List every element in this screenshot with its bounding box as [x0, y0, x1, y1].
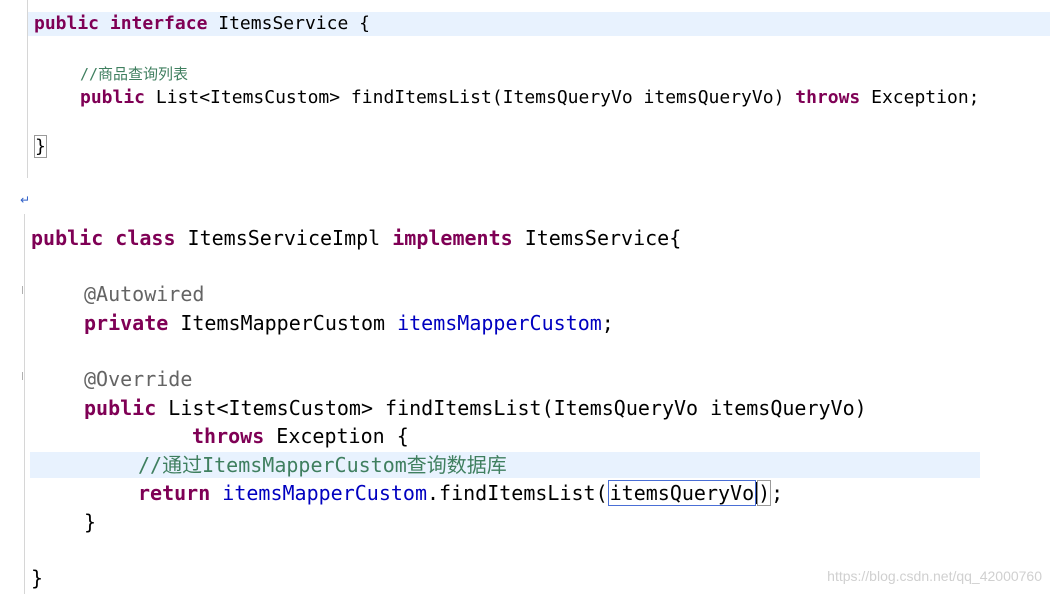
keyword: public [80, 87, 146, 108]
code-line-annotation-override[interactable]: @Override [84, 367, 192, 391]
code-text: Exception; [860, 87, 980, 108]
code-line-annotation-autowired[interactable]: @Autowired [84, 282, 204, 306]
code-line-close-class[interactable]: } [31, 566, 43, 590]
code-line-field-decl[interactable]: private ItemsMapperCustom itemsMapperCus… [84, 311, 614, 335]
code-text: ItemsService{ [512, 226, 682, 250]
code-text: ; [601, 311, 614, 335]
code-line-method-signature[interactable]: public List<ItemsCustom> findItemsList(I… [80, 86, 980, 110]
gutter-border [24, 214, 25, 594]
field-name: itemsMapperCustom [210, 481, 427, 505]
code-line-class-decl[interactable]: public class ItemsServiceImpl implements… [31, 226, 681, 250]
matching-bracket: } [34, 135, 47, 158]
watermark: https://blog.csdn.net/qq_42000760 [827, 568, 1042, 584]
keyword: public [34, 13, 100, 34]
comment-text: //商品查询列表 [80, 65, 189, 83]
annotation-text: @Autowired [84, 282, 205, 306]
comment-text: //通过ItemsMapperCustom查询数据库 [138, 453, 507, 477]
code-line-close-brace[interactable]: } [34, 135, 47, 159]
code-line-method-signature[interactable]: public List<ItemsCustom> findItemsList(I… [84, 396, 867, 420]
keyword: interface [109, 13, 208, 34]
keyword: throws [192, 424, 265, 448]
keyword: class [115, 226, 176, 250]
keyword: throws [795, 87, 861, 108]
code-text: ; [771, 481, 784, 505]
code-text: .findItemsList( [427, 481, 608, 505]
code-line-close-method[interactable]: } [84, 510, 96, 534]
keyword: return [138, 481, 211, 505]
keyword: private [84, 311, 169, 335]
code-line-comment[interactable]: //通过ItemsMapperCustom查询数据库 [138, 453, 507, 477]
code-line-throws[interactable]: throws Exception { [192, 424, 409, 448]
code-line-interface-decl[interactable]: public interface ItemsService { [34, 12, 370, 36]
fold-marker[interactable] [22, 286, 26, 294]
field-name: itemsMapperCustom [397, 311, 602, 335]
code-text: ItemsServiceImpl [175, 226, 393, 250]
impl-code-panel: public class ItemsServiceImpl implements… [0, 214, 1052, 594]
code-text: Exception { [264, 424, 409, 448]
interface-code-panel: public interface ItemsService { //商品查询列表… [0, 0, 1052, 178]
keyword: public [31, 226, 104, 250]
code-text: List<ItemsCustom> findItemsList(ItemsQue… [156, 396, 867, 420]
matching-bracket: ) [757, 480, 772, 506]
code-line-comment[interactable]: //商品查询列表 [80, 62, 188, 86]
code-text: } [84, 510, 97, 534]
keyword: public [84, 396, 157, 420]
code-line-return[interactable]: return itemsMapperCustom.findItemsList(i… [138, 480, 784, 506]
annotation-text: @Override [84, 367, 193, 391]
code-text: ItemsMapperCustom [168, 311, 398, 335]
code-text: } [31, 566, 44, 590]
keyword: implements [392, 226, 513, 250]
fold-marker[interactable] [22, 372, 26, 380]
code-text: List<ItemsCustom> findItemsList(ItemsQue… [145, 87, 796, 108]
code-text: ItemsService { [207, 13, 370, 34]
selected-identifier[interactable]: itemsQueryVo [607, 480, 757, 506]
return-arrow-icon: ↵ [20, 193, 31, 207]
